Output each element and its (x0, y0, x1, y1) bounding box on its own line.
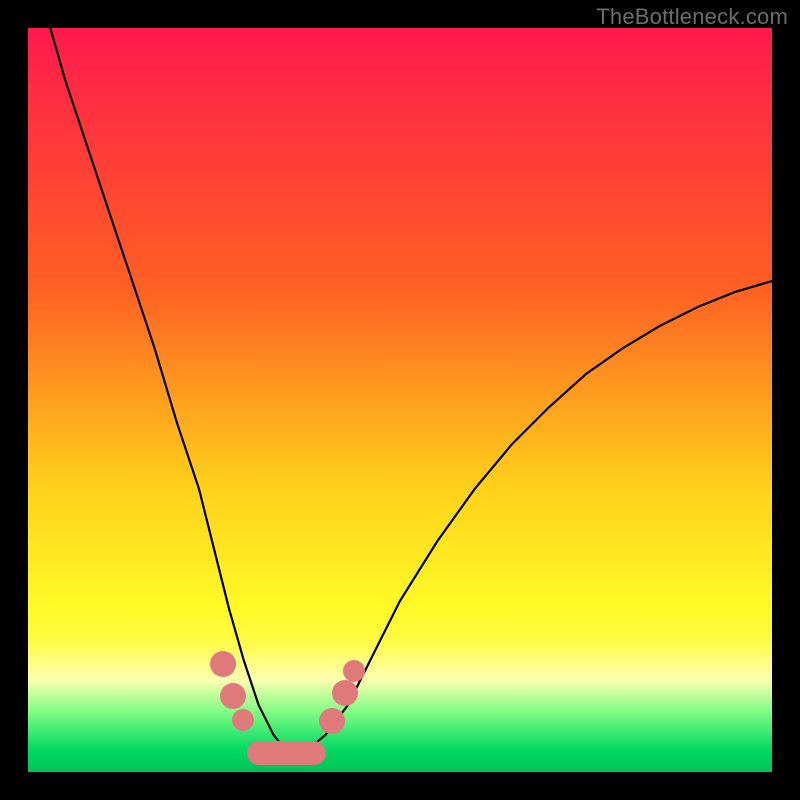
chart-frame: TheBottleneck.com (0, 0, 800, 800)
valley-marker-bar (247, 741, 325, 765)
curve-marker (319, 708, 345, 734)
curve-marker (220, 683, 246, 709)
bottleneck-curve (28, 28, 772, 772)
curve-marker (232, 709, 254, 731)
curve-marker (343, 660, 365, 682)
curve-marker (210, 651, 236, 677)
curve-marker (332, 680, 358, 706)
plot-area (28, 28, 772, 772)
watermark-text: TheBottleneck.com (596, 4, 788, 30)
